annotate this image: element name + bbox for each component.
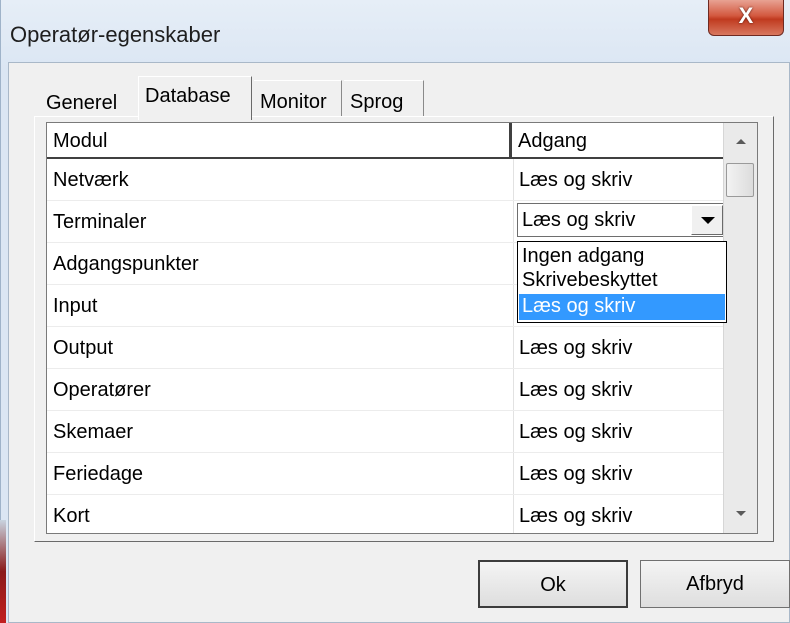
cell-modul: Output <box>53 337 114 359</box>
cell-modul: Terminaler <box>53 211 147 233</box>
cell-modul: Input <box>53 295 98 317</box>
table-row[interactable]: Output Læs og skriv <box>47 327 725 369</box>
cancel-button[interactable]: Afbryd <box>640 560 790 608</box>
close-button[interactable]: X <box>708 0 784 36</box>
cell-adgang[interactable]: Læs og skriv <box>519 369 719 411</box>
cell-modul: Skemaer <box>53 421 134 443</box>
tab-sprog[interactable]: Sprog <box>344 80 424 116</box>
cell-adgang[interactable]: Læs og skriv <box>519 453 719 495</box>
table-row[interactable]: Netværk Læs og skriv <box>47 159 725 201</box>
scrollbar-thumb[interactable] <box>726 163 754 197</box>
window-title: Operatør-egenskaber <box>10 22 221 47</box>
dropdown-arrow-icon[interactable] <box>691 205 723 235</box>
permissions-grid[interactable]: Modul Adgang Netværk Læs og skriv Termin… <box>46 122 758 534</box>
cell-modul: Netværk <box>53 169 129 191</box>
cell-adgang[interactable]: Læs og skriv <box>519 495 719 533</box>
column-header-modul[interactable]: Modul <box>47 123 511 159</box>
cell-adgang[interactable]: Læs og skriv <box>519 327 719 369</box>
table-row[interactable]: Feriedage Læs og skriv <box>47 453 725 495</box>
table-row[interactable]: Operatører Læs og skriv <box>47 369 725 411</box>
dropdown-option[interactable]: Ingen adgang <box>519 244 725 270</box>
dropdown-option-selected[interactable]: Læs og skriv <box>519 294 725 320</box>
scroll-up-arrow-icon[interactable] <box>724 123 757 157</box>
tab-generel[interactable]: Generel <box>40 82 132 116</box>
cell-modul: Kort <box>53 505 90 527</box>
dropdown-option[interactable]: Skrivebeskyttet <box>519 268 725 294</box>
table-row[interactable]: Kort Læs og skriv <box>47 495 725 533</box>
adgang-dropdown-list[interactable]: Ingen adgang Skrivebeskyttet Læs og skri… <box>517 241 727 323</box>
vertical-scrollbar[interactable] <box>723 123 757 533</box>
table-row[interactable]: Skemaer Læs og skriv <box>47 411 725 453</box>
cell-adgang[interactable]: Læs og skriv <box>519 159 719 201</box>
scroll-down-arrow-icon[interactable] <box>724 499 757 533</box>
tab-monitor[interactable]: Monitor <box>254 80 342 116</box>
window-edge <box>0 520 6 623</box>
column-header-adgang[interactable]: Adgang <box>511 123 725 159</box>
adgang-combobox[interactable]: Læs og skriv <box>517 203 725 237</box>
ok-button[interactable]: Ok <box>478 560 628 608</box>
tab-database[interactable]: Database <box>138 76 252 120</box>
cell-modul: Feriedage <box>53 463 144 485</box>
combobox-value: Læs og skriv <box>522 209 636 231</box>
cell-adgang[interactable]: Læs og skriv <box>519 411 719 453</box>
cell-modul: Adgangspunkter <box>53 253 199 275</box>
cell-modul: Operatører <box>53 379 151 401</box>
close-icon: X <box>738 3 754 28</box>
